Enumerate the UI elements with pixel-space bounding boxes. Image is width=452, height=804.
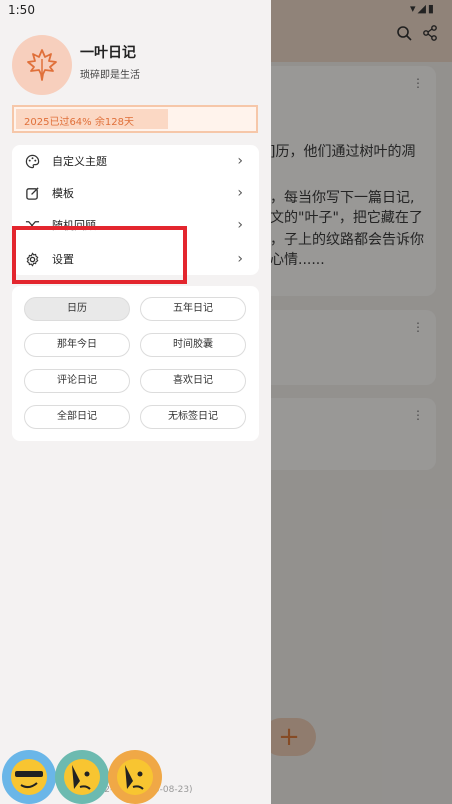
emoji-face-icon	[108, 750, 162, 804]
year-progress-text: 2025已过64% 余128天	[24, 117, 134, 128]
calendar-button[interactable]: 日历	[24, 297, 130, 321]
edit-box-icon	[24, 185, 40, 201]
emoji-face-icon	[55, 750, 109, 804]
app-logo	[12, 35, 72, 95]
chevron-right-icon: ›	[237, 185, 243, 201]
liked-diary-button[interactable]: 喜欢日记	[140, 369, 246, 393]
chevron-right-icon: ›	[237, 153, 243, 169]
all-diary-button[interactable]: 全部日记	[24, 405, 130, 429]
menu-label: 自定义主题	[52, 155, 107, 168]
navigation-drawer: 1:50 一叶日记 琐碎即是生活 2025已过64% 余128天 自定义主题 ›…	[0, 0, 271, 804]
chevron-right-icon: ›	[237, 251, 243, 267]
menu-item-template[interactable]: 模板 ›	[12, 177, 259, 209]
settings-highlight-box	[12, 226, 187, 284]
menu-item-custom-theme[interactable]: 自定义主题 ›	[12, 145, 259, 177]
emoji-cool-icon	[2, 750, 56, 804]
palette-icon	[24, 153, 40, 169]
commented-diary-button[interactable]: 评论日记	[24, 369, 130, 393]
app-title: 一叶日记	[80, 45, 136, 61]
diary-buttons-card: 日历 五年日记 那年今日 时间胶囊 评论日记 喜欢日记 全部日记 无标签日记	[12, 286, 259, 441]
maple-leaf-icon	[27, 49, 57, 81]
app-subtitle: 琐碎即是生活	[80, 70, 140, 81]
time-capsule-button[interactable]: 时间胶囊	[140, 333, 246, 357]
status-icons: ▾◢▮	[409, 2, 436, 15]
untagged-diary-button[interactable]: 无标签日记	[140, 405, 246, 429]
on-this-day-button[interactable]: 那年今日	[24, 333, 130, 357]
status-time: 1:50	[8, 3, 35, 17]
chevron-right-icon: ›	[237, 217, 243, 233]
menu-label: 模板	[52, 187, 74, 200]
five-year-diary-button[interactable]: 五年日记	[140, 297, 246, 321]
year-progress-bar: 2025已过64% 余128天	[12, 105, 258, 133]
